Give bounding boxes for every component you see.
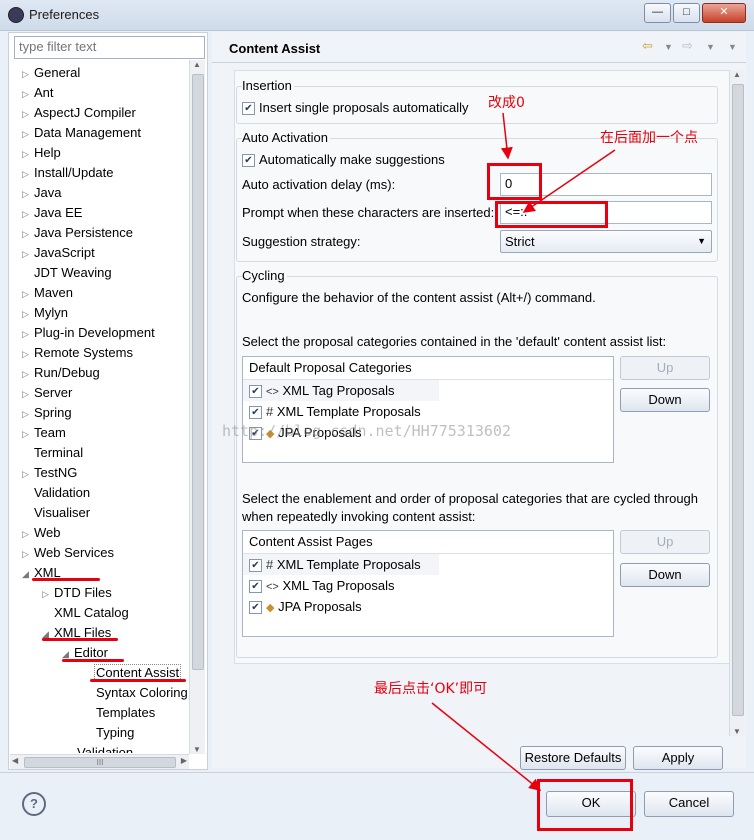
arrow-to-prompt-field xyxy=(522,149,616,213)
underline-xml-files xyxy=(42,638,118,641)
annotation-arrows xyxy=(32,112,616,791)
underline-xml xyxy=(32,578,100,581)
underline-content-assist xyxy=(90,679,186,682)
arrow-to-delay-field xyxy=(500,112,513,160)
underline-editor xyxy=(62,659,124,662)
arrow-to-ok-button xyxy=(431,702,542,791)
